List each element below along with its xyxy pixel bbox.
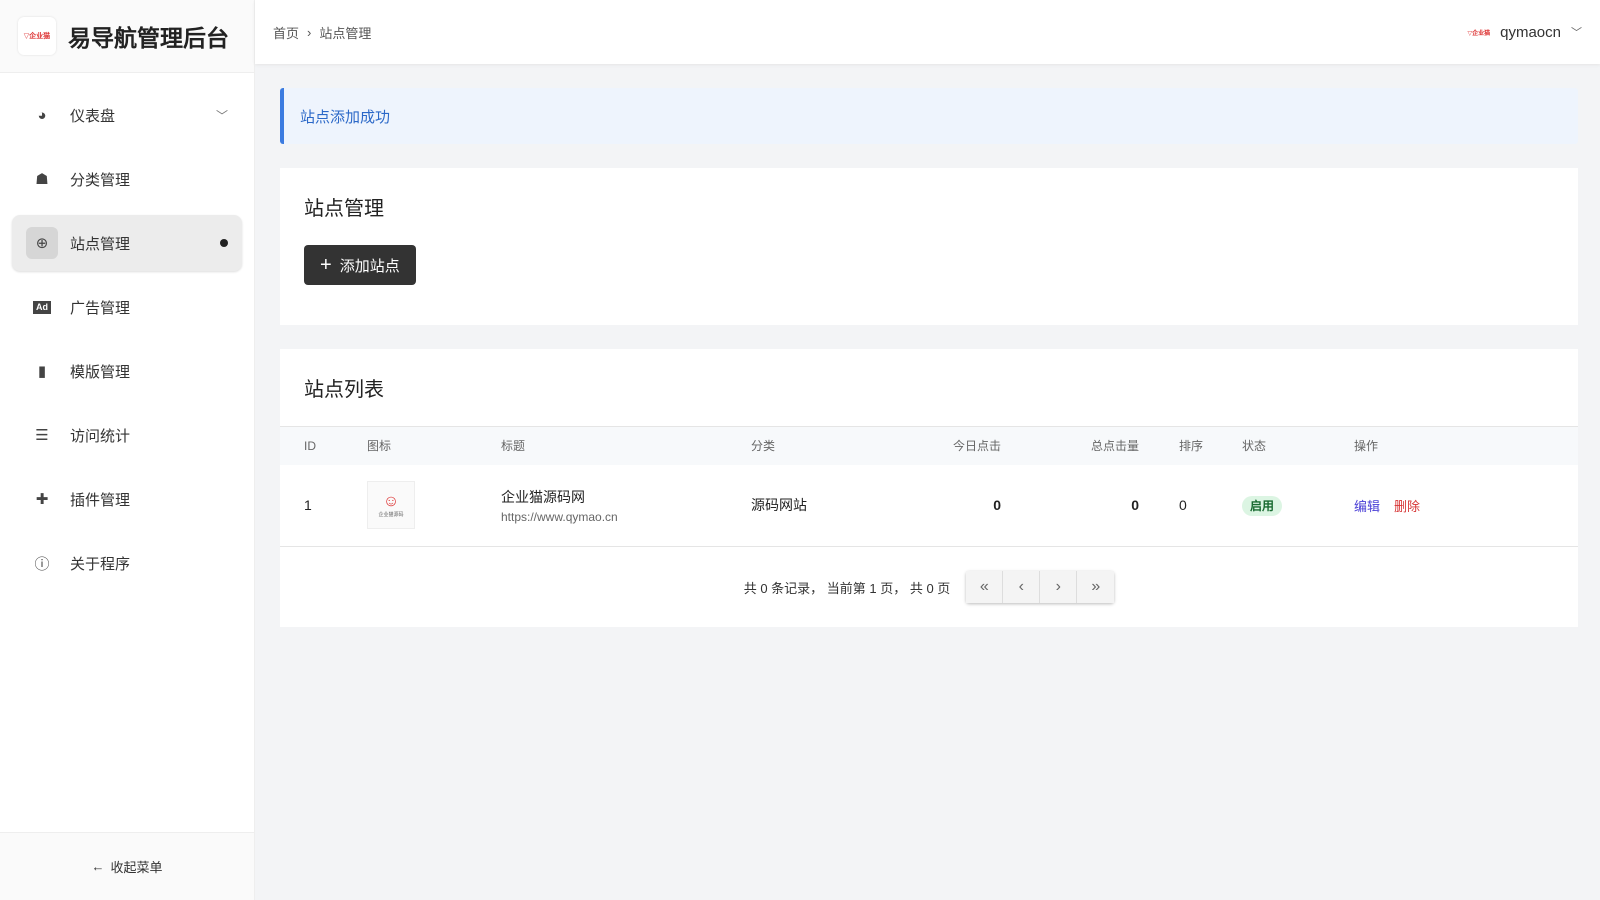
- cell-total: 0: [1001, 464, 1139, 547]
- manage-title: 站点管理: [304, 198, 384, 220]
- success-alert: 站点添加成功: [280, 88, 1578, 144]
- puzzle-icon: ✚: [35, 491, 49, 508]
- sidebar-item-stats[interactable]: ☰ 访问统计: [12, 407, 242, 463]
- sidebar-item-label: 关于程序: [70, 555, 131, 573]
- ad-icon: Ad: [33, 300, 51, 314]
- sites-table: ID 图标 标题 分类 今日点击 总点击量 排序 状态 操作 1 ☺ 企业猫源码 …: [280, 426, 1578, 547]
- dashboard-icon: ◕: [37, 106, 47, 124]
- col-actions: 操作: [1354, 426, 1578, 465]
- brand: ▽企业猫 易导航管理后台: [0, 0, 254, 73]
- sidebar-item-dashboard[interactable]: ◕ 仪表盘 ﹀: [12, 87, 242, 143]
- breadcrumb: 首页 › 站点管理: [273, 23, 371, 42]
- table-row: 1 ☺ 企业猫源码 企业猫源码网 https://www.qymao.cn 源码网站…: [280, 464, 1578, 547]
- breadcrumb-current: 站点管理: [319, 25, 372, 41]
- cell-category: 源码网站: [751, 464, 896, 547]
- next-page-button[interactable]: ›: [1040, 571, 1078, 603]
- chevron-down-icon: ﹀: [1571, 27, 1582, 39]
- prev-page-button[interactable]: ‹: [1003, 571, 1041, 603]
- list-title: 站点列表: [304, 379, 384, 401]
- file-icon: ▮: [37, 363, 47, 380]
- info-icon: ⓘ: [34, 555, 50, 573]
- sidebar-item-about[interactable]: ⓘ 关于程序: [12, 535, 242, 591]
- pagination-summary: 共 0 条记录， 当前第 1 页， 共 0 页: [743, 580, 951, 596]
- sidebar-item-plugins[interactable]: ✚ 插件管理: [12, 471, 242, 527]
- first-page-button[interactable]: «: [966, 571, 1004, 603]
- logo: ▽企业猫: [18, 17, 56, 55]
- sidebar-item-label: 插件管理: [70, 491, 131, 509]
- username: qymaocn: [1500, 23, 1561, 41]
- manage-card: 站点管理 + 添加站点: [280, 168, 1578, 325]
- site-title: 企业猫源码网: [501, 488, 585, 505]
- sidebar: ▽企业猫 易导航管理后台 ◕ 仪表盘 ﹀ ☗ 分类管理 ⊕ 站点管理 Ad 广告管理 ▮ 模…: [0, 0, 255, 900]
- status-badge: 启用: [1242, 495, 1283, 516]
- col-total: 总点击量: [1001, 426, 1139, 465]
- chevron-down-icon: ﹀: [215, 108, 228, 123]
- globe-icon: ⊕: [26, 227, 58, 259]
- sidebar-item-label: 分类管理: [70, 171, 131, 189]
- col-sort: 排序: [1139, 426, 1242, 465]
- chart-icon: ☰: [35, 427, 49, 444]
- site-icon: ☺ 企业猫源码: [367, 481, 415, 530]
- breadcrumb-home[interactable]: 首页: [273, 23, 299, 42]
- sidebar-item-categories[interactable]: ☗ 分类管理: [12, 151, 242, 207]
- sidebar-item-label: 访问统计: [70, 427, 131, 445]
- arrow-left-icon: ←: [91, 859, 105, 874]
- user-avatar: ▽企业猫: [1467, 30, 1491, 37]
- list-card: 站点列表 ID 图标 标题 分类 今日点击 总点击量 排序 状态 操作 1 ☺ 企…: [280, 349, 1578, 627]
- col-title: 标题: [501, 426, 751, 465]
- last-page-button[interactable]: »: [1077, 571, 1115, 603]
- add-site-button[interactable]: + 添加站点: [304, 245, 416, 285]
- sidebar-item-label: 模版管理: [70, 363, 131, 381]
- pagination: 共 0 条记录， 当前第 1 页， 共 0 页 « ‹ › »: [280, 547, 1578, 627]
- sidebar-item-sites[interactable]: ⊕ 站点管理: [12, 215, 242, 271]
- cell-id: 1: [280, 464, 367, 547]
- collapse-menu-button[interactable]: ← 收起菜单: [0, 832, 254, 900]
- active-dot: [220, 239, 228, 247]
- delete-link[interactable]: 删除: [1394, 499, 1420, 514]
- add-site-label: 添加站点: [339, 257, 400, 275]
- user-menu[interactable]: ▽企业猫 qymaocn ﹀: [1468, 24, 1583, 41]
- sitemap-icon: ☗: [35, 171, 49, 188]
- edit-link[interactable]: 编辑: [1354, 499, 1380, 514]
- sidebar-item-label: 站点管理: [70, 235, 131, 253]
- col-status: 状态: [1242, 426, 1354, 465]
- col-icon: 图标: [367, 426, 501, 465]
- sidebar-item-templates[interactable]: ▮ 模版管理: [12, 343, 242, 399]
- site-url[interactable]: https://www.qymao.cn: [501, 510, 751, 524]
- col-category: 分类: [751, 426, 896, 465]
- cell-today: 0: [896, 464, 1001, 547]
- plus-icon: +: [320, 253, 332, 276]
- header: 首页 › 站点管理 ▽企业猫 qymaocn ﹀: [255, 0, 1600, 64]
- col-id: ID: [280, 426, 367, 465]
- collapse-label: 收起菜单: [110, 860, 163, 875]
- app-title: 易导航管理后台: [68, 25, 229, 51]
- sidebar-item-label: 仪表盘: [70, 107, 116, 125]
- sidebar-item-ads[interactable]: Ad 广告管理: [12, 279, 242, 335]
- col-today: 今日点击: [896, 426, 1001, 465]
- chevron-right-icon: ›: [307, 24, 312, 40]
- cell-sort: 0: [1139, 464, 1242, 547]
- sidebar-item-label: 广告管理: [70, 299, 131, 317]
